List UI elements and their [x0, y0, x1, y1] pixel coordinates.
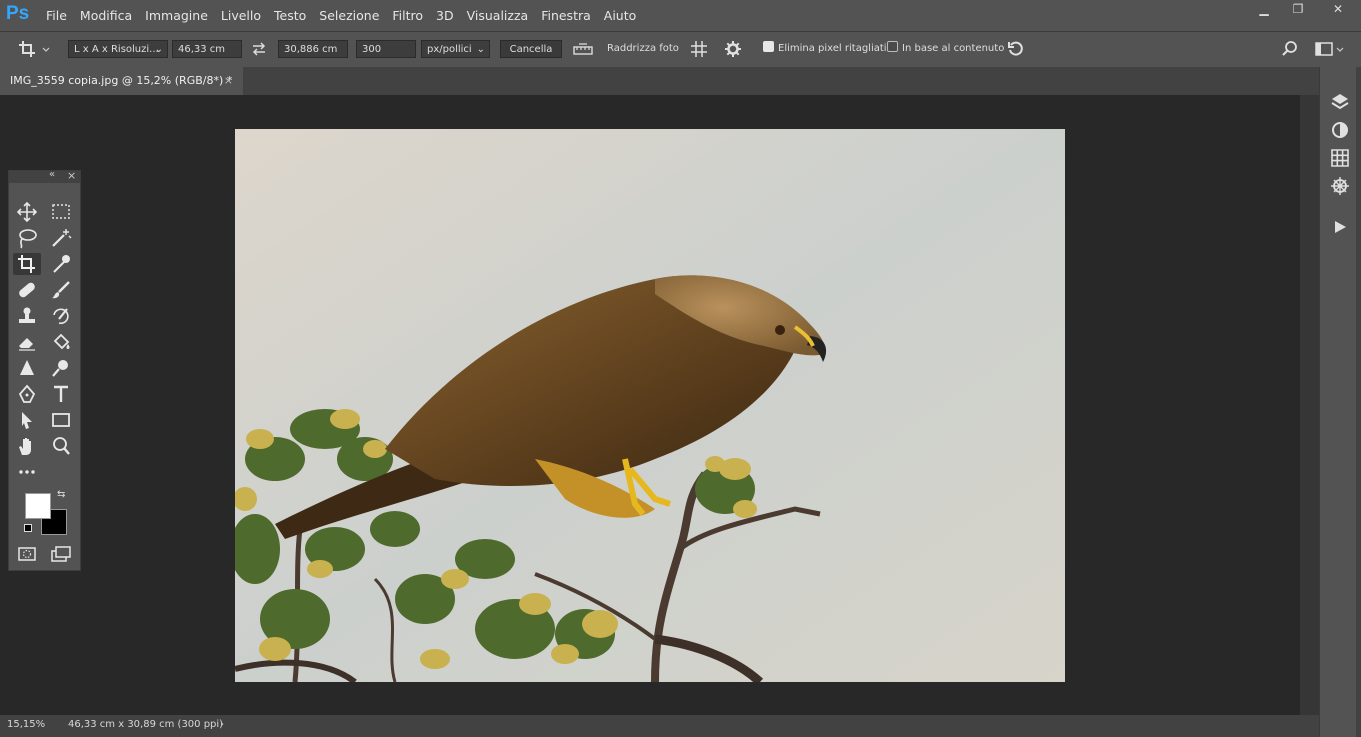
dodge-tool-icon[interactable]: [49, 357, 73, 379]
move-tool-icon[interactable]: [15, 201, 39, 223]
close-tab-icon[interactable]: ×: [224, 67, 233, 95]
navigator-icon[interactable]: [1330, 176, 1350, 196]
collapse-icon[interactable]: «: [49, 169, 55, 180]
chevron-down-icon: ⌄: [476, 44, 485, 55]
document-tab[interactable]: IMG_3559 copia.jpg @ 15,2% (RGB/8*) * ×: [0, 67, 243, 95]
menu-aiuto[interactable]: Aiuto: [604, 8, 637, 23]
rectangle-tool-icon[interactable]: [49, 409, 73, 431]
right-panel-dock: [1319, 67, 1361, 737]
width-field[interactable]: 46,33 cm: [172, 40, 242, 58]
foreground-color-swatch[interactable]: [25, 493, 51, 519]
status-bar: 15,15% 46,33 cm x 30,89 cm (300 ppi) ›: [0, 715, 1319, 737]
type-tool-icon[interactable]: [49, 383, 73, 405]
gear-icon[interactable]: [724, 40, 742, 58]
crop-tool-preset-icon[interactable]: [18, 40, 50, 58]
hand-tool-icon[interactable]: [15, 435, 39, 457]
ratio-select[interactable]: L x A x Risoluzi... ⌄: [68, 40, 168, 58]
zoom-tool-icon[interactable]: [49, 435, 73, 457]
path-selection-tool-icon[interactable]: [15, 409, 39, 431]
menu-immagine[interactable]: Immagine: [145, 8, 208, 23]
layers-icon[interactable]: [1330, 92, 1350, 112]
delete-pixels-checkbox[interactable]: Elimina pixel ritagliati: [763, 40, 887, 58]
screen-mode-icon[interactable]: [49, 543, 73, 565]
menu-file[interactable]: File: [46, 8, 67, 23]
eraser-tool-icon[interactable]: [15, 331, 39, 353]
vertical-scrollbar[interactable]: [1300, 95, 1319, 715]
play-icon[interactable]: [1332, 219, 1348, 235]
overlay-grid-icon[interactable]: [690, 40, 708, 58]
menu-selezione[interactable]: Selezione: [319, 8, 379, 23]
quick-mask-icon[interactable]: [15, 543, 39, 565]
close-icon[interactable]: ×: [67, 169, 76, 182]
pen-tool-icon[interactable]: [15, 383, 39, 405]
restore-icon[interactable]: ❐: [1281, 0, 1315, 18]
menu-modifica[interactable]: Modifica: [80, 8, 132, 23]
adjustments-icon[interactable]: [1330, 120, 1350, 140]
lasso-tool-icon[interactable]: [15, 227, 39, 249]
document-tab-bar: IMG_3559 copia.jpg @ 15,2% (RGB/8*) * ×: [0, 67, 1319, 95]
checkmark-icon: [763, 41, 774, 52]
content-aware-checkbox[interactable]: In base al contenuto: [887, 40, 1004, 58]
window-controls: ▁ ❐ ✕: [1247, 0, 1361, 18]
healing-brush-tool-icon[interactable]: [15, 279, 39, 301]
menu-livello[interactable]: Livello: [221, 8, 261, 23]
history-brush-tool-icon[interactable]: [49, 305, 73, 327]
menu-filtro[interactable]: Filtro: [392, 8, 423, 23]
swap-icon[interactable]: [251, 41, 267, 57]
options-bar: L x A x Risoluzi... ⌄ 46,33 cm 30,886 cm…: [0, 31, 1361, 67]
marquee-tool-icon[interactable]: [49, 201, 73, 223]
status-menu-arrow-icon[interactable]: ›: [220, 715, 224, 735]
clone-stamp-tool-icon[interactable]: [15, 305, 39, 327]
chevron-down-icon: ⌄: [154, 44, 163, 55]
height-field[interactable]: 30,886 cm: [278, 40, 348, 58]
brush-tool-icon[interactable]: [49, 279, 73, 301]
swatches-icon[interactable]: [1330, 148, 1350, 168]
default-colors-icon[interactable]: [24, 524, 32, 532]
menu-3d[interactable]: 3D: [436, 8, 454, 23]
document-tab-title: IMG_3559 copia.jpg @ 15,2% (RGB/8*) *: [10, 74, 233, 87]
search-icon[interactable]: [1281, 40, 1299, 58]
paint-bucket-tool-icon[interactable]: [49, 331, 73, 353]
straighten-icon[interactable]: [573, 41, 593, 57]
units-select[interactable]: px/pollici ⌄: [421, 40, 490, 58]
reset-icon[interactable]: [1007, 40, 1025, 58]
magic-wand-tool-icon[interactable]: [49, 227, 73, 249]
toolbox-header[interactable]: « ×: [9, 169, 80, 183]
menu-finestra[interactable]: Finestra: [541, 8, 591, 23]
eyedropper-tool-icon[interactable]: [49, 253, 73, 275]
menu-bar: Ps File Modifica Immagine Livello Testo …: [0, 0, 1361, 31]
menu-testo[interactable]: Testo: [274, 8, 306, 23]
minimize-icon[interactable]: ▁: [1247, 0, 1281, 18]
blur-tool-icon[interactable]: [15, 357, 39, 379]
document-canvas-photo[interactable]: [235, 129, 1065, 682]
crop-tool-icon[interactable]: [13, 253, 41, 275]
zoom-level[interactable]: 15,15%: [7, 715, 45, 735]
swap-colors-icon[interactable]: ⇆: [57, 489, 65, 500]
workspace-icon[interactable]: [1315, 41, 1345, 57]
clear-button[interactable]: Cancella: [500, 40, 562, 58]
more-tools-icon[interactable]: [15, 461, 39, 483]
resolution-field[interactable]: 300: [356, 40, 416, 58]
photoshop-logo: Ps: [6, 3, 30, 24]
toolbox: « × ⇆: [8, 169, 81, 571]
checkbox-empty-icon: [887, 41, 898, 52]
panel-collapse-strip: [1356, 67, 1361, 737]
straighten-label[interactable]: Raddrizza foto: [607, 40, 679, 58]
main-menu: File Modifica Immagine Livello Testo Sel…: [46, 0, 649, 31]
close-icon[interactable]: ✕: [1315, 0, 1361, 18]
document-info: 46,33 cm x 30,89 cm (300 ppi): [68, 719, 224, 730]
menu-visualizza[interactable]: Visualizza: [467, 8, 529, 23]
